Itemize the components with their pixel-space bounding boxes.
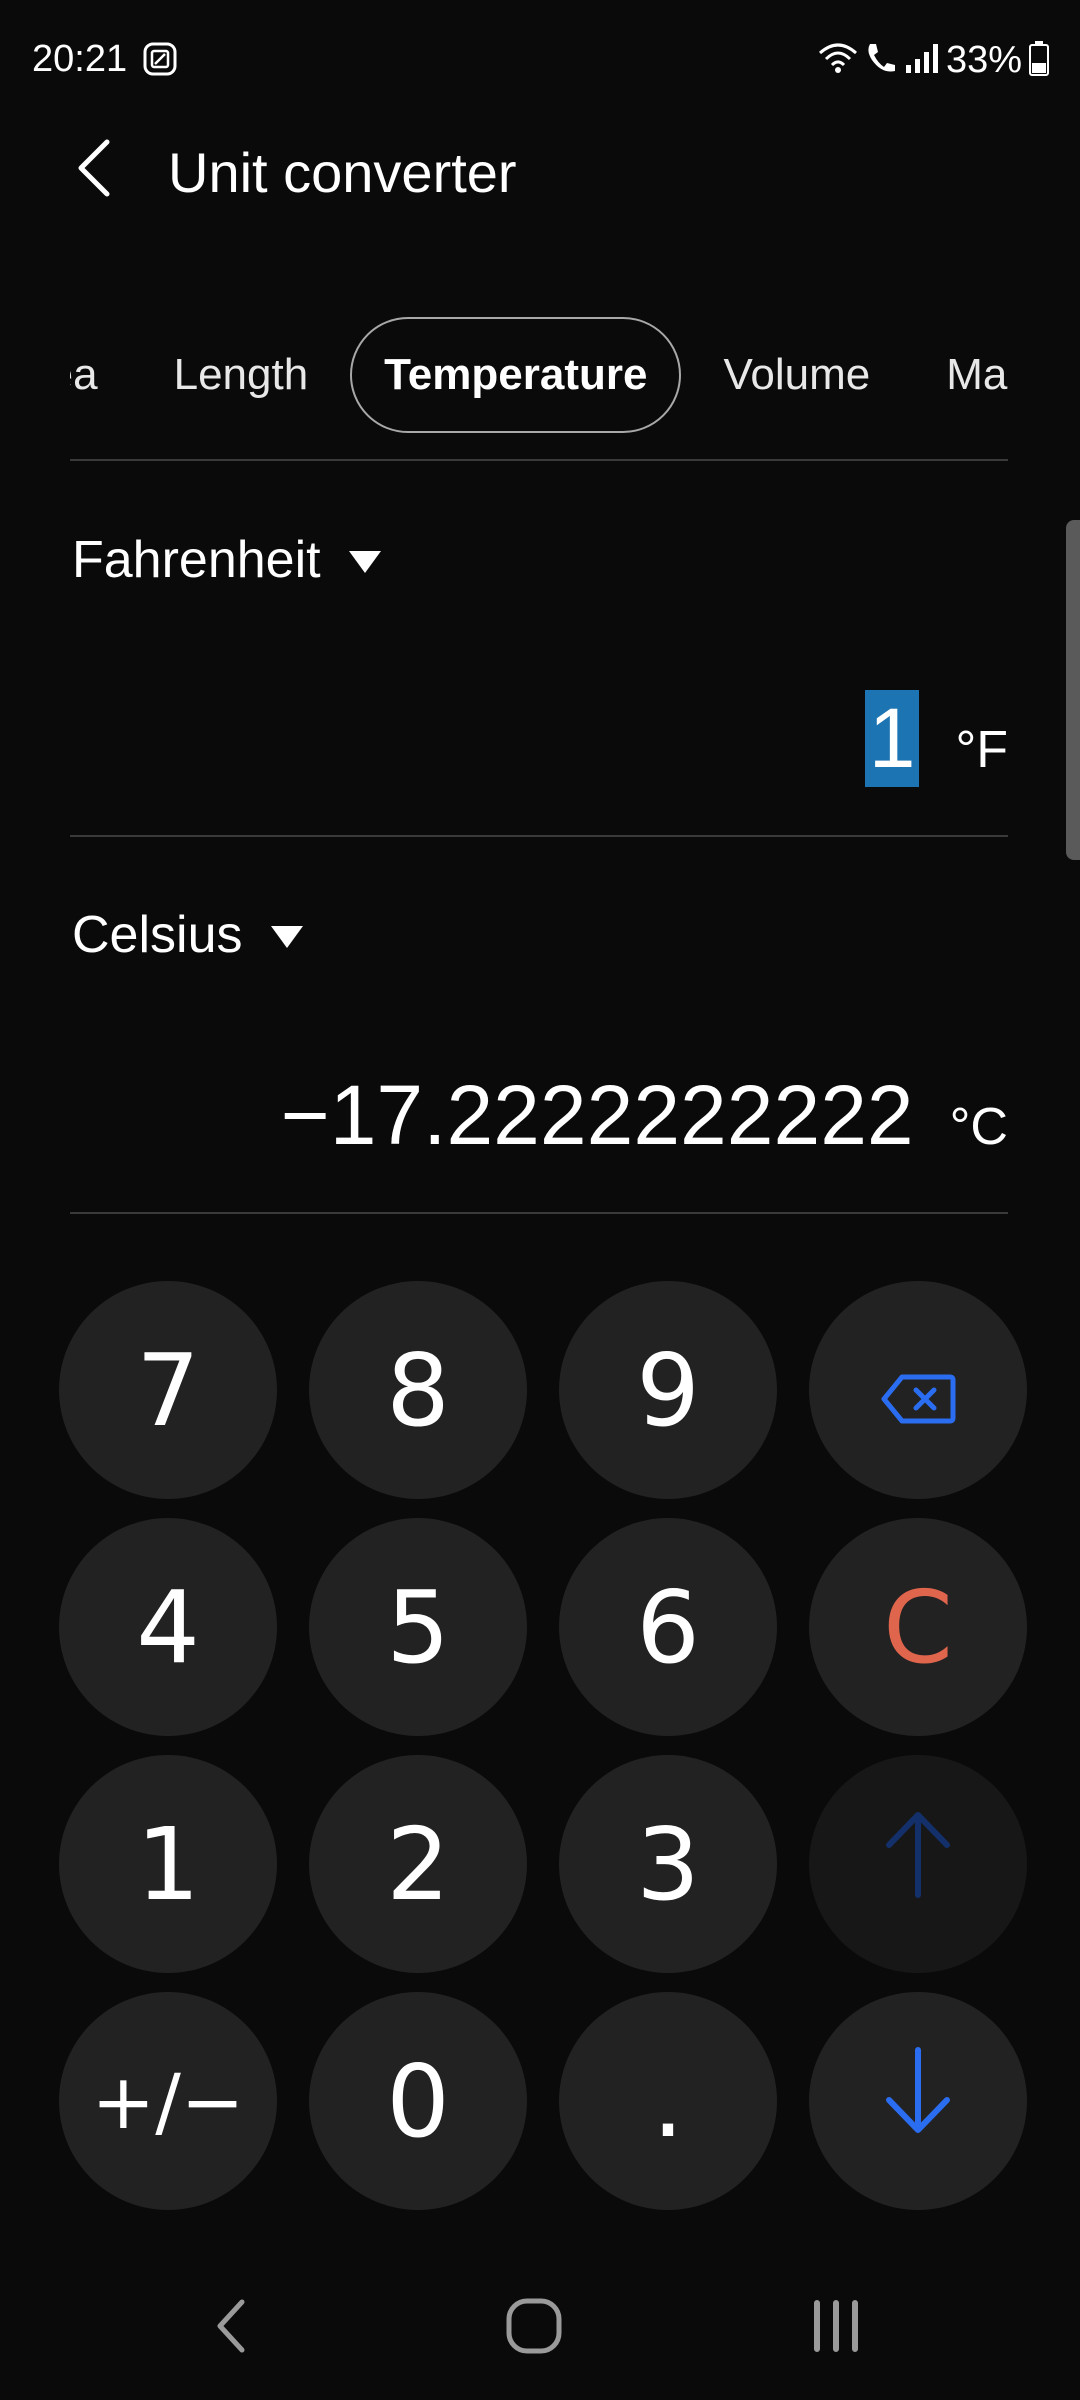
backspace-icon	[880, 1332, 956, 1449]
category-tabs: rea Length Temperature Volume Ma	[70, 315, 1010, 435]
key-plus-minus[interactable]: +/−	[59, 1992, 277, 2210]
clear-button[interactable]: C	[809, 1518, 1027, 1736]
nav-recents-button[interactable]	[776, 2278, 896, 2378]
battery-icon	[1028, 40, 1050, 81]
signal-icon	[904, 41, 940, 80]
nav-back-icon	[212, 2298, 252, 2359]
tab-area[interactable]: rea	[70, 317, 132, 433]
nav-back-button[interactable]	[172, 2278, 292, 2378]
tab-temperature[interactable]: Temperature	[350, 317, 682, 433]
key-4[interactable]: 4	[59, 1518, 277, 1736]
to-unit-label: Celsius	[72, 906, 243, 964]
from-value-input[interactable]: 1	[864, 690, 920, 787]
key-7[interactable]: 7	[59, 1281, 277, 1499]
status-icons: 33%	[818, 38, 1050, 82]
to-unit-dropdown[interactable]: Celsius	[72, 905, 303, 965]
key-8[interactable]: 8	[309, 1281, 527, 1499]
key-6[interactable]: 6	[559, 1518, 777, 1736]
nav-home-icon	[504, 2296, 564, 2361]
tab-volume[interactable]: Volume	[689, 317, 904, 433]
caret-down-icon	[348, 551, 381, 573]
back-button[interactable]	[60, 130, 130, 210]
nav-recents-icon	[809, 2299, 863, 2358]
from-divider	[70, 835, 1008, 837]
nav-home-button[interactable]	[474, 2278, 594, 2378]
page-title: Unit converter	[168, 141, 517, 204]
key-3[interactable]: 3	[559, 1755, 777, 1973]
screenshot-notification-icon	[143, 42, 177, 76]
key-2[interactable]: 2	[309, 1755, 527, 1973]
status-time: 20:21	[32, 38, 128, 80]
key-9[interactable]: 9	[559, 1281, 777, 1499]
battery-percentage: 33%	[945, 38, 1022, 81]
key-0[interactable]: 0	[309, 1992, 527, 2210]
backspace-button[interactable]	[809, 1281, 1027, 1499]
key-1[interactable]: 1	[59, 1755, 277, 1973]
arrow-up-icon	[883, 1806, 953, 1923]
move-up-button[interactable]	[809, 1755, 1027, 1973]
to-value-row[interactable]: −17.2222222222 °C	[281, 1067, 1008, 1164]
tab-length[interactable]: Length	[140, 317, 343, 433]
tabs-divider	[70, 459, 1008, 461]
arrow-down-icon	[883, 2043, 953, 2160]
caret-down-icon	[270, 926, 303, 948]
move-down-button[interactable]	[809, 1992, 1027, 2210]
to-unit-suffix: °C	[949, 1098, 1008, 1156]
chevron-left-icon	[75, 138, 115, 203]
key-5[interactable]: 5	[309, 1518, 527, 1736]
from-value-row[interactable]: 1 °F	[864, 690, 1008, 787]
from-unit-dropdown[interactable]: Fahrenheit	[72, 530, 381, 590]
tab-mass[interactable]: Ma	[912, 317, 1010, 433]
to-divider	[70, 1212, 1008, 1214]
from-unit-suffix: °F	[955, 721, 1008, 779]
to-value-result[interactable]: −17.2222222222	[281, 1067, 914, 1164]
scroll-handle[interactable]	[1066, 520, 1080, 860]
from-unit-label: Fahrenheit	[72, 531, 321, 589]
key-decimal[interactable]: .	[559, 1992, 777, 2210]
wifi-icon	[818, 41, 858, 80]
wifi-calling-icon	[864, 40, 898, 81]
tabs-track: rea Length Temperature Volume Ma	[70, 315, 1010, 435]
